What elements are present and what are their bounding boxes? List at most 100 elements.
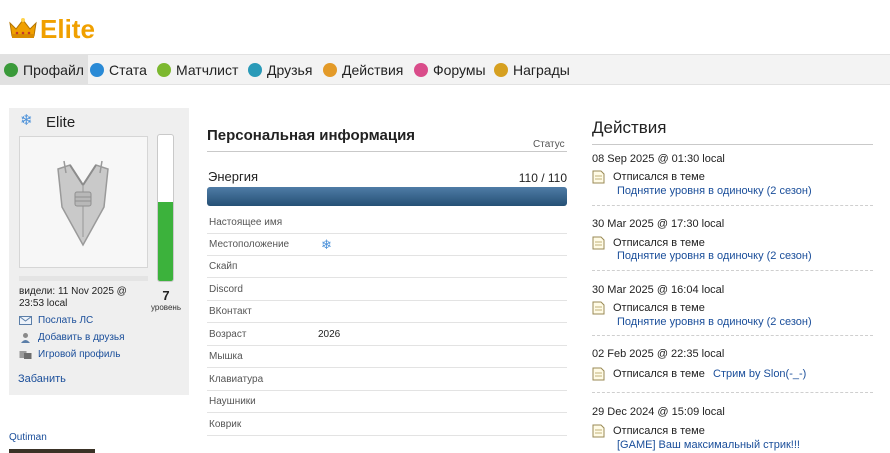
tab-label: Действия	[342, 61, 404, 78]
action-topic-link[interactable]: Поднятие уровня в одиночку (2 сезон)	[617, 185, 812, 197]
tab-label: Стата	[109, 61, 147, 78]
actions-title: Действия	[592, 118, 667, 137]
rank-badge-icon	[57, 160, 109, 247]
main-nav: Профайл Стата Матчлист Друзья Действия Ф…	[0, 54, 890, 85]
mail-icon	[19, 316, 32, 325]
last-seen: видели: 11 Nov 2025 @ 23:53 local	[19, 286, 127, 309]
tab-awards[interactable]: Награды	[494, 55, 570, 84]
tab-friends[interactable]: Друзья	[248, 55, 312, 84]
action-topic-link[interactable]: Поднятие уровня в одиночку (2 сезон)	[617, 250, 812, 262]
crown-icon	[9, 18, 37, 38]
info-row: Скайп	[207, 256, 567, 278]
level-progress-fill	[158, 202, 173, 281]
avatar-divider	[19, 276, 148, 281]
action-date: 30 Mar 2025 @ 16:04 local	[592, 284, 725, 296]
action-date: 08 Sep 2025 @ 01:30 local	[592, 153, 725, 165]
info-row: Клавиатура	[207, 369, 567, 391]
related-user-thumbnail[interactable]	[9, 449, 95, 453]
level-number: 7	[162, 288, 170, 303]
info-label: Коврик	[209, 419, 242, 430]
energy-bar-fill	[207, 187, 567, 206]
info-row: Настоящее имя	[207, 212, 567, 234]
info-row: Возраст 2026	[207, 324, 567, 346]
info-row: Наушники	[207, 391, 567, 413]
avatar	[19, 136, 148, 268]
actions-icon	[323, 62, 337, 77]
game-profile-icon	[19, 351, 32, 359]
info-label: Возраст	[209, 329, 247, 340]
profile-icon	[4, 62, 18, 77]
tab-label: Друзья	[267, 61, 313, 78]
tab-label: Матчлист	[176, 61, 239, 78]
action-separator	[592, 270, 873, 271]
tab-label: Награды	[513, 61, 570, 78]
link-label: Игровой профиль	[38, 349, 121, 360]
document-icon	[592, 424, 605, 438]
document-icon	[592, 236, 605, 250]
send-message-link[interactable]: Послать ЛС	[19, 315, 93, 326]
forums-icon	[414, 62, 428, 77]
action-separator	[592, 392, 873, 393]
tab-label: Профайл	[23, 61, 84, 78]
stats-icon	[90, 62, 104, 77]
info-row: Мышка	[207, 346, 567, 368]
action-date: 30 Mar 2025 @ 17:30 local	[592, 218, 725, 230]
info-label: ВКонтакт	[209, 306, 252, 317]
awards-icon	[494, 62, 508, 77]
info-label: Настоящее имя	[209, 217, 283, 228]
energy-value: 110 / 110	[518, 171, 567, 185]
level-progress	[157, 134, 174, 282]
tab-matchlist[interactable]: Матчлист	[157, 55, 238, 84]
add-friend-icon	[21, 333, 30, 343]
info-row: Местоположение ❄	[207, 234, 567, 256]
ban-link[interactable]: Забанить	[18, 373, 66, 385]
info-row: Discord	[207, 279, 567, 301]
level-caption: уровень	[150, 303, 181, 312]
add-friend-link[interactable]: Добавить в друзья	[19, 332, 125, 343]
snowflake-icon: ❄	[20, 112, 33, 129]
action-separator	[592, 205, 873, 206]
snowflake-icon: ❄	[321, 237, 332, 252]
info-label: Мышка	[209, 351, 243, 362]
related-user-link[interactable]: Qutiman	[9, 432, 47, 443]
actions-rule	[592, 144, 873, 145]
tab-stats[interactable]: Стата	[90, 55, 147, 84]
action-topic-link[interactable]: [GAME] Ваш максимальный стрик!!!	[617, 439, 800, 451]
action-text: Отписался в теме	[613, 237, 705, 249]
site-header: Elite	[0, 0, 890, 54]
tab-label: Форумы	[433, 61, 486, 78]
info-value: 2026	[318, 329, 341, 340]
action-topic-link[interactable]: Стрим by Slon(-_-)	[713, 368, 806, 380]
tab-forums[interactable]: Форумы	[414, 55, 486, 84]
link-label: Послать ЛС	[38, 315, 94, 326]
energy-label: Энергия	[208, 169, 259, 184]
info-label: Местоположение	[209, 239, 290, 250]
matchlist-icon	[157, 62, 171, 77]
action-date: 02 Feb 2025 @ 22:35 local	[592, 348, 725, 360]
energy-bar	[207, 187, 567, 206]
info-label: Discord	[209, 284, 243, 295]
action-text: Отписался в теме	[613, 171, 705, 183]
info-label: Клавиатура	[209, 374, 264, 385]
tab-actions[interactable]: Действия	[323, 55, 403, 84]
info-label: Скайп	[209, 261, 238, 272]
tab-profile[interactable]: Профайл	[0, 55, 88, 84]
action-date: 29 Dec 2024 @ 15:09 local	[592, 406, 725, 418]
site-title[interactable]: Elite	[40, 14, 95, 45]
info-row: ВКонтакт	[207, 301, 567, 323]
info-row: Коврик	[207, 414, 567, 436]
document-icon	[592, 301, 605, 315]
info-label: Наушники	[209, 396, 256, 407]
action-topic-link[interactable]: Поднятие уровня в одиночку (2 сезон)	[617, 316, 812, 328]
action-separator	[592, 335, 873, 336]
game-profile-link[interactable]: Игровой профиль	[19, 349, 120, 360]
personal-info-rule	[207, 151, 567, 152]
personal-info-title: Персональная информация	[207, 127, 416, 144]
profile-username: Elite	[46, 114, 76, 131]
action-text: Отписался в теме	[613, 425, 705, 437]
action-text: Отписался в теме	[613, 368, 705, 380]
link-label: Добавить в друзья	[38, 332, 125, 343]
document-icon	[592, 367, 605, 381]
status-label: Статус	[533, 139, 565, 150]
document-icon	[592, 170, 605, 184]
